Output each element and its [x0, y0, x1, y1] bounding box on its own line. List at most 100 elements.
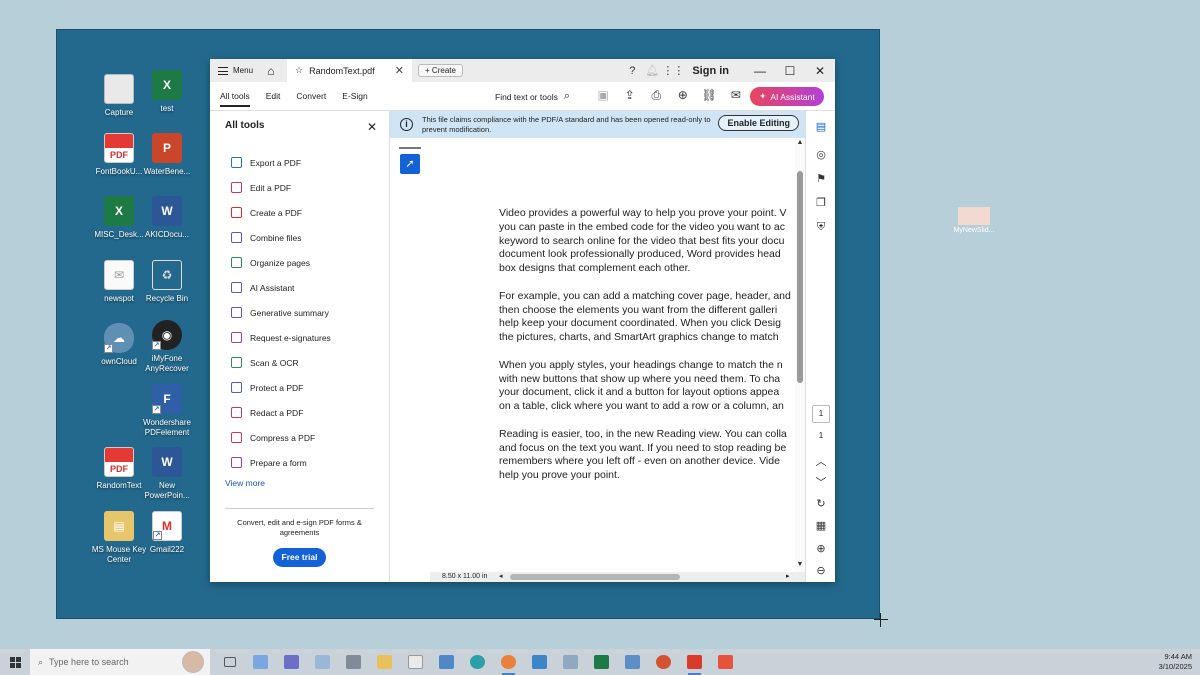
bookmark-icon[interactable]: ⚑ [806, 172, 835, 185]
vertical-scrollbar[interactable]: ▲ ▼ [795, 138, 805, 572]
desktop-icon-akic[interactable]: W AKICDocu... [139, 196, 195, 240]
comment-icon[interactable]: ◎ [806, 148, 835, 161]
upload-cloud-icon[interactable]: ⇪ [617, 88, 644, 103]
desktop-icon-imyfone[interactable]: ◉ ↗ iMyFone AnyRecover [139, 320, 195, 374]
firefox-icon[interactable] [493, 649, 524, 675]
acrobat-icon[interactable] [679, 649, 710, 675]
copilot-icon[interactable] [245, 649, 276, 675]
comment-ai-icon[interactable]: ▤ [806, 120, 835, 133]
chevron-up-icon[interactable]: ︿ [806, 453, 835, 469]
file-explorer-icon[interactable] [369, 649, 400, 675]
zoom-in-icon[interactable]: ⊕ [806, 542, 835, 555]
hscroll-thumb[interactable] [510, 574, 680, 580]
start-button[interactable] [0, 649, 30, 675]
create-button[interactable]: + Create [418, 64, 463, 77]
scroll-left-icon[interactable]: ◂ [499, 572, 503, 580]
excel-icon[interactable] [586, 649, 617, 675]
store-icon[interactable] [400, 649, 431, 675]
scroll-right-icon[interactable]: ▸ [786, 572, 790, 580]
desktop-icon-gmail[interactable]: M ↗ Gmail222 [139, 511, 195, 555]
save-icon[interactable]: ▣ [590, 88, 617, 103]
tool-create[interactable]: Create a PDF [210, 200, 389, 225]
rotate-icon[interactable]: ↻ [806, 497, 835, 510]
apps-grid-icon[interactable]: ⋮⋮ [662, 64, 684, 77]
tool-compress[interactable]: Compress a PDF [210, 425, 389, 450]
tool-export[interactable]: Export a PDF [210, 150, 389, 175]
select-cursor-icon[interactable]: ➚ [400, 154, 420, 174]
sign-in-button[interactable]: Sign in [692, 65, 729, 77]
close-panel-icon[interactable]: ✕ [367, 120, 377, 134]
document-tab[interactable]: ☆ RandomText.pdf ✕ [287, 59, 413, 82]
desktop-icon-recycle-bin[interactable]: ♻ Recycle Bin [139, 260, 195, 304]
tab-edit[interactable]: Edit [266, 83, 281, 109]
doc-line: you can paste in the embed code for the … [499, 220, 786, 233]
page-display-icon[interactable]: ▦ [806, 519, 835, 532]
tab-esign[interactable]: E-Sign [342, 83, 368, 109]
notice-text: This file claims compliance with the PDF… [422, 115, 711, 134]
maximize-icon[interactable]: ☐ [775, 64, 805, 78]
tool-esign[interactable]: Request e-signatures [210, 325, 389, 350]
task-view-icon[interactable] [214, 649, 245, 675]
system-clock[interactable]: 9:44 AM 3/10/2025 [1159, 652, 1192, 672]
calculator-icon[interactable] [338, 649, 369, 675]
scroll-down-icon[interactable]: ▼ [795, 561, 805, 568]
tab-all-tools[interactable]: All tools [220, 83, 250, 109]
app-icon-notes[interactable] [307, 649, 338, 675]
doc-line: then choose the elements you want from t… [499, 303, 778, 316]
close-tab-icon[interactable]: ✕ [395, 64, 404, 77]
print-icon[interactable]: ⎙ [643, 88, 670, 103]
tool-scan[interactable]: Scan & OCR [210, 350, 389, 375]
teams-icon[interactable] [276, 649, 307, 675]
mail-icon[interactable] [431, 649, 462, 675]
horizontal-scrollbar[interactable]: 8.50 x 11.00 in ◂ ▸ [430, 572, 805, 582]
help-icon[interactable]: ? [622, 65, 642, 77]
desktop-icon-new-powerpoint[interactable]: W New PowerPoin... [139, 447, 195, 501]
tool-edit[interactable]: Edit a PDF [210, 175, 389, 200]
desktop-icon-waterbene[interactable]: P WaterBene... [139, 133, 195, 177]
search-person-icon[interactable]: ⊕ [670, 88, 697, 103]
ai-assistant-button[interactable]: ✦ AI Assistant [750, 87, 824, 106]
powerpoint-icon[interactable] [648, 649, 679, 675]
desktop-icon-mynewslide[interactable]: MyNewSlid... [948, 207, 1000, 234]
star-icon[interactable]: ☆ [295, 65, 303, 76]
scroll-up-icon[interactable]: ▲ [795, 139, 805, 146]
doc-paragraph: When you apply styles, your headings cha… [499, 359, 795, 414]
close-window-icon[interactable]: ✕ [805, 64, 835, 78]
tool-form[interactable]: Prepare a form [210, 450, 389, 475]
rail-handle[interactable] [399, 147, 421, 149]
minimize-icon[interactable]: — [745, 64, 775, 78]
tab-convert[interactable]: Convert [296, 83, 326, 109]
chevron-down-icon[interactable]: ﹀ [806, 474, 835, 490]
menu-button[interactable]: Menu [210, 59, 261, 82]
taskbar-search[interactable]: ⌕ Type here to search [30, 649, 210, 675]
tool-organize[interactable]: Organize pages [210, 250, 389, 275]
enable-editing-button[interactable]: Enable Editing [718, 115, 799, 131]
email-icon[interactable]: ✉ [723, 88, 750, 103]
tool-redact[interactable]: Redact a PDF [210, 400, 389, 425]
tool-summary[interactable]: Generative summary [210, 300, 389, 325]
free-trial-button[interactable]: Free trial [273, 548, 326, 567]
onedrive-icon[interactable] [617, 649, 648, 675]
tool-ai[interactable]: AI Assistant [210, 275, 389, 300]
zoom-out-icon[interactable]: ⊖ [806, 564, 835, 577]
find-text-button[interactable]: Find text or tools ⌕ [495, 90, 570, 103]
link-icon[interactable]: ⛓ [696, 88, 723, 103]
folder-zip-icon: ▤ [104, 511, 134, 541]
edge-icon[interactable] [462, 649, 493, 675]
current-page-field[interactable]: 1 [812, 405, 830, 423]
tool-combine[interactable]: Combine files [210, 225, 389, 250]
doc-line: with new buttons that show up where you … [499, 372, 781, 385]
desktop-icon-test[interactable]: X test [139, 70, 195, 114]
app-icon-s-red[interactable] [710, 649, 741, 675]
pages-icon[interactable]: ❐ [806, 196, 835, 209]
tool-protect[interactable]: Protect a PDF [210, 375, 389, 400]
pdfa-notice-bar: i This file claims compliance with the P… [390, 111, 805, 138]
home-icon[interactable]: ⌂ [261, 64, 281, 78]
app-icon-s-blue[interactable] [524, 649, 555, 675]
security-icon[interactable]: ⛨ [806, 221, 835, 234]
bell-icon[interactable]: 🔔︎ [642, 64, 662, 77]
view-more-link[interactable]: View more [210, 478, 389, 488]
app-icon-cloud[interactable] [555, 649, 586, 675]
scrollbar-thumb[interactable] [797, 171, 803, 383]
desktop-icon-wondershare[interactable]: F ↗ Wondershare PDFelement [139, 384, 195, 438]
